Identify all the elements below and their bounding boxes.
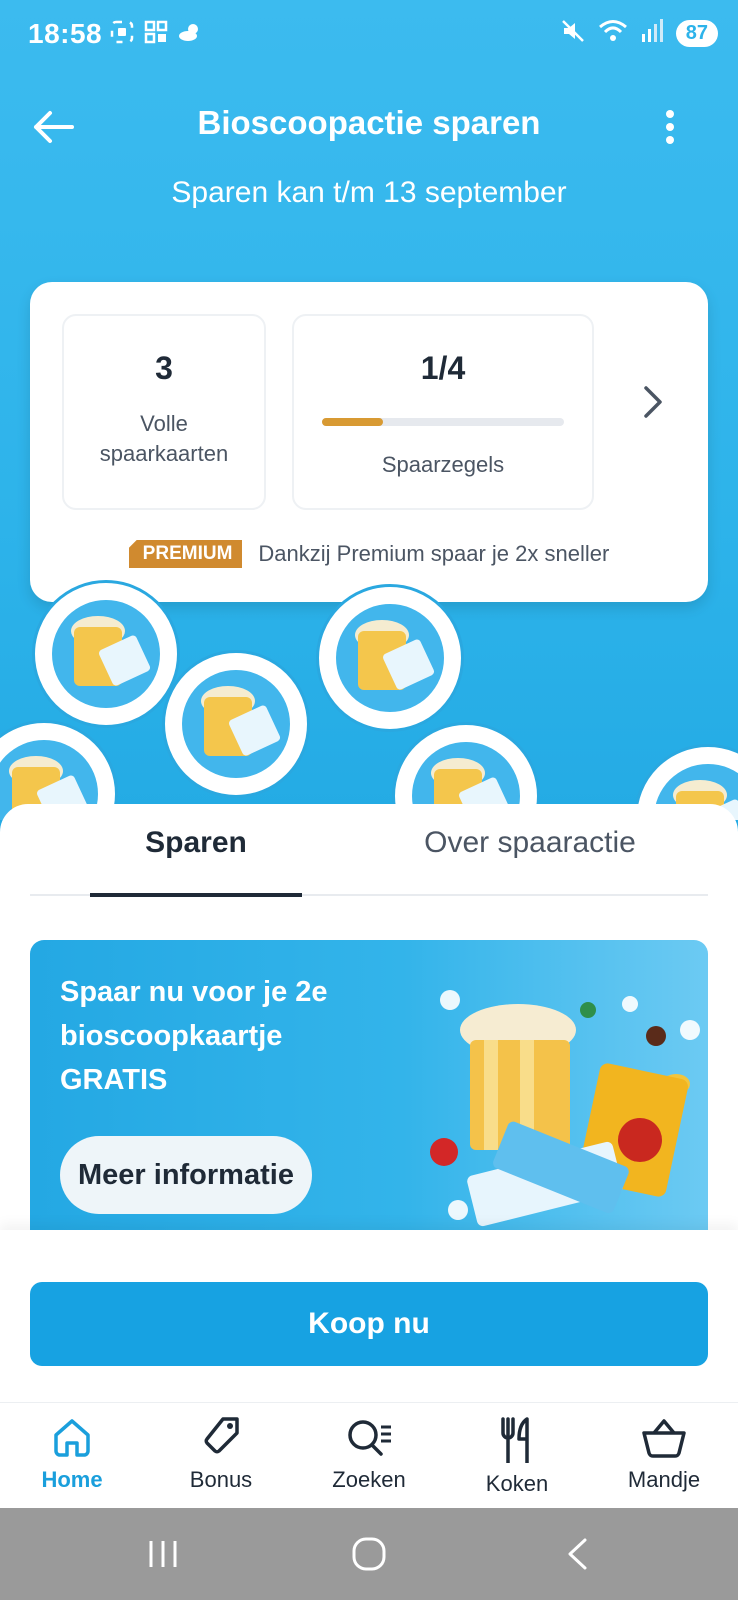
nav-basket-label: Mandje	[627, 1467, 701, 1492]
stamps-progress-bar	[322, 418, 564, 426]
nav-cook-label: Koken	[485, 1471, 549, 1496]
full-cards-value: 3	[155, 350, 173, 386]
back-system-button[interactable]	[552, 1534, 602, 1574]
more-options-button[interactable]	[650, 102, 690, 152]
screenshot-icon	[110, 20, 134, 44]
cutlery-icon	[501, 1417, 529, 1463]
full-cards-label-line1: Volle	[140, 411, 188, 436]
recent-apps-icon	[149, 1541, 177, 1567]
nav-search[interactable]: Zoeken	[309, 1415, 429, 1493]
nav-cook[interactable]: Koken	[457, 1415, 577, 1497]
recent-apps-button[interactable]	[138, 1534, 188, 1574]
page-subtitle: Sparen kan t/m 13 september	[171, 176, 567, 209]
more-vertical-icon	[666, 110, 674, 144]
premium-text: Dankzij Premium spaar je 2x sneller	[258, 541, 610, 566]
promo-line-3: GRATIS	[60, 1064, 168, 1096]
nav-bonus[interactable]: Bonus	[161, 1415, 281, 1493]
promo-line-2: bioscoopkaartje	[60, 1020, 283, 1052]
stamps-decoration	[0, 580, 738, 820]
promo-line-1: Spaar nu voor je 2e	[60, 976, 328, 1008]
status-time: 18:58	[28, 18, 103, 49]
stamp-image	[32, 580, 180, 728]
status-bar: 18:58 87	[0, 0, 738, 70]
mute-icon	[560, 18, 586, 49]
home-icon	[54, 1419, 90, 1457]
stamps-stat: 1/4 Spaarzegels	[292, 314, 594, 510]
qr-icon	[144, 20, 168, 44]
status-right-icons: 87	[560, 18, 718, 49]
promo-banner[interactable]: Spaar nu voor je 2e bioscoopkaartje GRAT…	[30, 940, 708, 1230]
nav-bonus-label: Bonus	[189, 1467, 253, 1492]
premium-badge: PREMIUM	[128, 540, 243, 568]
tab-bar: Sparen Over spaaractie	[30, 804, 708, 897]
buy-now-button[interactable]: Koop nu	[30, 1282, 708, 1366]
basket-icon	[642, 1419, 686, 1458]
stamp-image	[316, 584, 464, 732]
nav-home[interactable]: Home	[12, 1415, 132, 1493]
stamps-label: Spaarzegels	[381, 452, 505, 477]
search-list-icon	[348, 1420, 391, 1456]
bonus-tag-icon	[204, 1417, 239, 1454]
page-title: Bioscoopactie sparen	[197, 104, 541, 141]
home-system-button[interactable]	[344, 1534, 394, 1574]
home-circle-icon	[352, 1537, 386, 1571]
chevron-left-icon	[568, 1538, 587, 1570]
tab-sparen[interactable]: Sparen	[90, 826, 302, 860]
stamps-progress-fill	[322, 418, 383, 426]
tab-over-spaaractie[interactable]: Over spaaractie	[390, 826, 670, 860]
more-info-button[interactable]: Meer informatie	[60, 1136, 312, 1214]
nav-home-label: Home	[41, 1467, 103, 1492]
stamp-image	[162, 650, 310, 798]
buy-bar: Koop nu	[0, 1230, 738, 1402]
savings-card[interactable]: 3 Volle spaarkaarten 1/4 Spaarzegels PRE…	[30, 282, 708, 602]
bottom-navigation: Home Bonus Zoeken Koken Mandje	[0, 1402, 738, 1508]
signal-icon	[640, 18, 664, 49]
weather-icon	[178, 20, 202, 44]
nav-basket[interactable]: Mandje	[604, 1415, 724, 1493]
battery-indicator: 87	[675, 20, 718, 47]
full-cards-stat: 3 Volle spaarkaarten	[62, 314, 266, 510]
stamps-value: 1/4	[420, 350, 466, 386]
popcorn-candy-illustration	[430, 990, 700, 1227]
chevron-right-icon	[644, 386, 662, 418]
status-left-icons	[110, 20, 202, 44]
active-tab-indicator	[90, 893, 302, 897]
wifi-icon	[598, 18, 628, 49]
nav-search-label: Zoeken	[332, 1467, 406, 1492]
system-navigation-bar	[0, 1508, 738, 1600]
full-cards-label-line2: spaarkaarten	[99, 441, 229, 466]
card-details-button[interactable]	[638, 382, 668, 422]
premium-row: PREMIUM Dankzij Premium spaar je 2x snel…	[30, 540, 708, 568]
